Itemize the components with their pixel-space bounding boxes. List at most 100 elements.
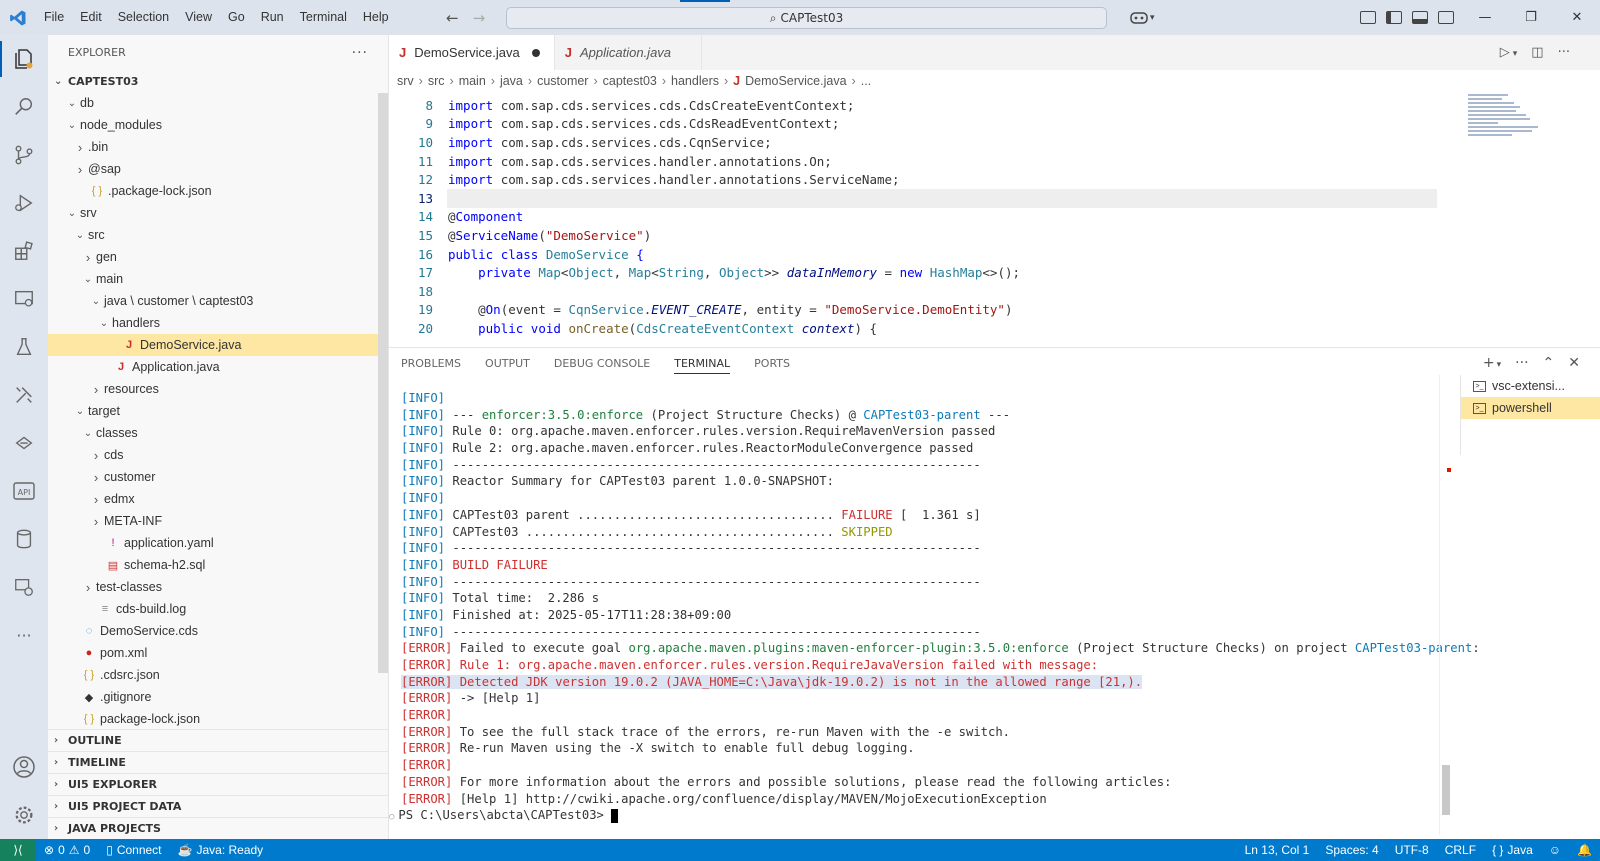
accounts-icon[interactable] <box>0 743 48 791</box>
tree-item[interactable]: ⌄ srv <box>48 202 388 224</box>
menu-file[interactable]: File <box>36 0 72 35</box>
tree-item[interactable]: ⌄ src <box>48 224 388 246</box>
tree-item[interactable]: { } .cdsrc.json <box>48 664 388 686</box>
testing-flask-icon[interactable] <box>0 323 48 371</box>
section-outline[interactable]: › OUTLINE <box>48 729 388 751</box>
tree-item[interactable]: › test-classes <box>48 576 388 598</box>
minimize-icon[interactable]: — <box>1462 0 1508 35</box>
tab-demoservice-java[interactable]: J DemoService.java <box>389 35 555 70</box>
tree-item[interactable]: › resources <box>48 378 388 400</box>
tab-ports[interactable]: PORTS <box>754 357 790 370</box>
more-actions-icon[interactable]: ··· <box>1515 355 1528 371</box>
section-timeline[interactable]: › TIMELINE <box>48 751 388 773</box>
menu-run[interactable]: Run <box>253 0 292 35</box>
tree-item[interactable]: ≡ cds-build.log <box>48 598 388 620</box>
tree-item[interactable]: › META-INF <box>48 510 388 532</box>
settings-gear-icon[interactable] <box>0 791 48 839</box>
tree-item[interactable]: { } package-lock.json <box>48 708 388 730</box>
forward-arrow-icon[interactable]: → <box>473 9 486 27</box>
tree-item[interactable]: ⌄ handlers <box>48 312 388 334</box>
terminal-output[interactable]: [INFO] [INFO] --- enforcer:3.5.0:enforce … <box>389 390 1480 830</box>
more-actions-icon[interactable]: ··· <box>352 45 368 61</box>
workspace-root[interactable]: ⌄ CAPTEST03 <box>48 70 388 92</box>
menu-terminal[interactable]: Terminal <box>292 0 355 35</box>
breadcrumb-item[interactable]: java <box>500 74 523 88</box>
notifications-bell-icon[interactable]: 🔔 <box>1569 843 1600 857</box>
tab-debug-console[interactable]: DEBUG CONSOLE <box>554 357 650 370</box>
terminal-scrollbar[interactable] <box>1439 375 1451 835</box>
section-ui5-project-data[interactable]: › UI5 PROJECT DATA <box>48 795 388 817</box>
new-terminal-icon[interactable]: + ▾ <box>1483 355 1501 371</box>
breadcrumb-item[interactable]: captest03 <box>603 74 657 88</box>
source-control-icon[interactable] <box>0 131 48 179</box>
maximize-panel-icon[interactable]: ⌃ <box>1543 355 1555 371</box>
api-icon[interactable]: API <box>0 467 48 515</box>
sap-tools-icon[interactable] <box>0 563 48 611</box>
split-editor-icon[interactable]: ◫ <box>1531 45 1543 60</box>
tree-item[interactable]: ⌄ target <box>48 400 388 422</box>
breadcrumb-item[interactable]: src <box>428 74 445 88</box>
tree-item[interactable]: ⌄ db <box>48 92 388 114</box>
restore-icon[interactable]: ❐ <box>1508 0 1554 35</box>
tree-item[interactable]: J Application.java <box>48 356 388 378</box>
tree-item[interactable]: › @sap <box>48 158 388 180</box>
extensions-icon[interactable] <box>0 227 48 275</box>
copilot-status-icon[interactable]: ☺ <box>1541 843 1569 857</box>
tree-item[interactable]: › .bin <box>48 136 388 158</box>
unsaved-dot-icon[interactable] <box>531 48 540 57</box>
breadcrumb-item[interactable]: ... <box>861 74 871 88</box>
run-debug-icon[interactable] <box>0 179 48 227</box>
minimap[interactable] <box>1468 92 1548 162</box>
tree-item[interactable]: ⌄ node_modules <box>48 114 388 136</box>
remote-indicator-icon[interactable]: ⟩⟨ <box>0 839 36 861</box>
explorer-icon[interactable] <box>0 35 48 83</box>
menu-help[interactable]: Help <box>355 0 397 35</box>
tree-item[interactable]: ! application.yaml <box>48 532 388 554</box>
close-panel-icon[interactable]: ✕ <box>1568 355 1580 371</box>
section-java-projects[interactable]: › JAVA PROJECTS <box>48 817 388 839</box>
remote-explorer-icon[interactable] <box>0 275 48 323</box>
tree-item[interactable]: J DemoService.java <box>48 334 388 356</box>
command-center-search[interactable]: ⌕ CAPTest03 <box>506 7 1107 29</box>
breadcrumb-item[interactable]: main <box>459 74 486 88</box>
tree-item[interactable]: { } .package-lock.json <box>48 180 388 202</box>
tree-item[interactable]: ⌄ main <box>48 268 388 290</box>
code-editor[interactable]: 8 import com.sap.cds.services.cds.CdsCrea… <box>389 96 1600 347</box>
tree-item[interactable]: ◆ .gitignore <box>48 686 388 708</box>
encoding[interactable]: UTF-8 <box>1387 843 1437 857</box>
menu-edit[interactable]: Edit <box>72 0 110 35</box>
close-window-icon[interactable]: ✕ <box>1554 0 1600 35</box>
tools-icon[interactable] <box>0 371 48 419</box>
terminal-session-powershell[interactable]: >_ powershell <box>1461 397 1600 419</box>
menu-go[interactable]: Go <box>220 0 253 35</box>
tree-item[interactable]: › edmx <box>48 488 388 510</box>
menu-selection[interactable]: Selection <box>110 0 177 35</box>
search-icon[interactable] <box>0 83 48 131</box>
tab-terminal[interactable]: TERMINAL <box>674 357 731 374</box>
tab-application-java[interactable]: J Application.java <box>555 35 703 70</box>
deploy-icon[interactable] <box>0 419 48 467</box>
toggle-panel-icon[interactable] <box>1412 11 1428 24</box>
breadcrumb-item[interactable]: srv <box>397 74 414 88</box>
tree-item[interactable]: › gen <box>48 246 388 268</box>
more-actions-icon[interactable]: ··· <box>1558 45 1570 60</box>
connect-status[interactable]: ▯ Connect <box>98 843 169 857</box>
sidebar-scrollbar[interactable] <box>378 93 388 673</box>
tab-output[interactable]: OUTPUT <box>485 357 530 370</box>
java-status[interactable]: ☕ Java: Ready <box>170 843 272 857</box>
tab-problems[interactable]: PROBLEMS <box>401 357 461 370</box>
tree-item[interactable]: ⌄ java \ customer \ captest03 <box>48 290 388 312</box>
tree-item[interactable]: ● pom.xml <box>48 642 388 664</box>
menu-view[interactable]: View <box>177 0 220 35</box>
customize-layout-icon[interactable] <box>1360 11 1376 24</box>
tree-item[interactable]: › cds <box>48 444 388 466</box>
copilot-icon[interactable]: ▾ <box>1130 0 1155 35</box>
language-mode[interactable]: { } Java <box>1484 843 1541 857</box>
run-play-icon[interactable]: ▷ ▾ <box>1500 45 1518 60</box>
problems-status[interactable]: ⊗ 0 ⚠ 0 <box>36 843 98 857</box>
indentation[interactable]: Spaces: 4 <box>1317 843 1386 857</box>
tree-item[interactable]: ◌ DemoService.cds <box>48 620 388 642</box>
cursor-position[interactable]: Ln 13, Col 1 <box>1237 843 1318 857</box>
back-arrow-icon[interactable]: ← <box>446 9 459 27</box>
tree-item[interactable]: › customer <box>48 466 388 488</box>
